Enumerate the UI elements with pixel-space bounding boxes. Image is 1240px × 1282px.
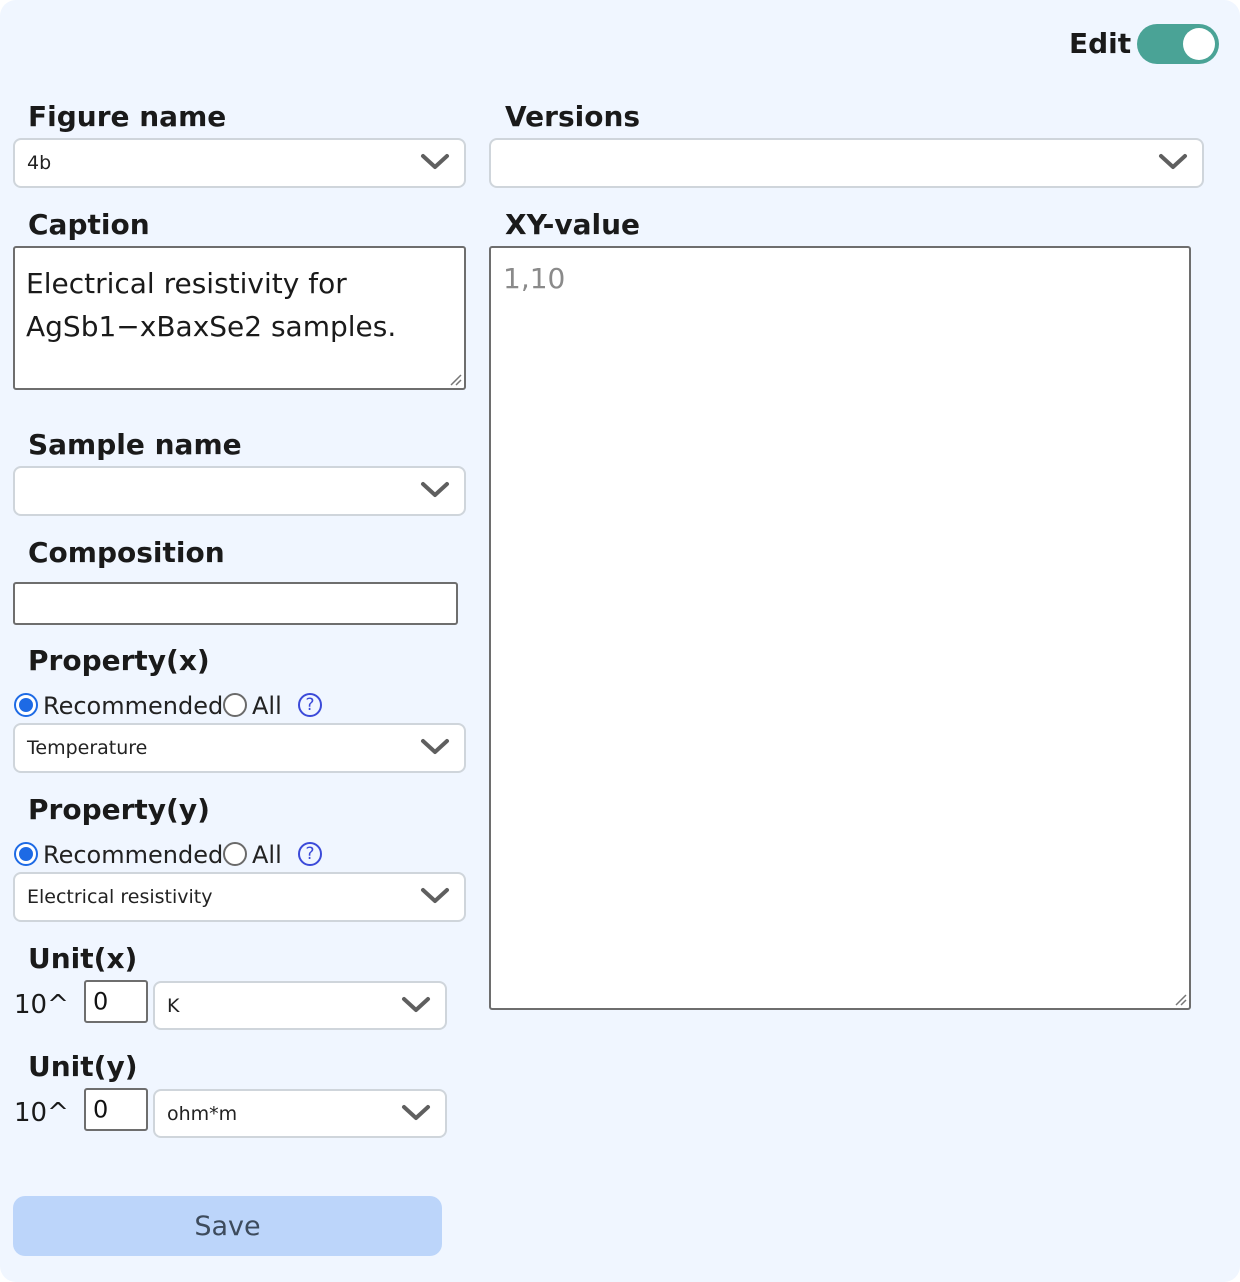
- unit-x-select[interactable]: K: [153, 981, 447, 1030]
- property-y-recommended-radio[interactable]: [14, 842, 38, 866]
- chevron-down-icon: [421, 739, 449, 754]
- edit-toggle[interactable]: [1137, 24, 1219, 64]
- unit-y-label: Unit(y): [28, 1050, 138, 1083]
- figure-form-panel: Edit Figure name 4b Versions Caption Ele…: [0, 0, 1240, 1282]
- property-x-recommended-label[interactable]: Recommended: [43, 694, 223, 718]
- unit-y-exponent-input[interactable]: 0: [84, 1088, 148, 1131]
- property-y-label: Property(y): [28, 793, 210, 826]
- xy-value-text: 1,10: [503, 262, 566, 295]
- figure-name-value: 4b: [27, 152, 52, 174]
- property-x-all-label[interactable]: All: [252, 694, 282, 718]
- property-y-value: Electrical resistivity: [27, 886, 213, 908]
- unit-y-value: ohm*m: [167, 1102, 238, 1125]
- property-x-recommended-radio[interactable]: [14, 693, 38, 717]
- sample-name-label: Sample name: [28, 428, 242, 461]
- property-y-select[interactable]: Electrical resistivity: [13, 872, 466, 922]
- figure-name-label: Figure name: [28, 100, 227, 133]
- chevron-down-icon: [421, 482, 449, 497]
- property-x-all-radio[interactable]: [223, 693, 247, 717]
- xy-value-label: XY-value: [505, 208, 641, 241]
- property-x-label: Property(x): [28, 644, 210, 677]
- property-x-value: Temperature: [27, 737, 148, 759]
- property-y-all-radio[interactable]: [223, 842, 247, 866]
- unit-y-exponent-value: 0: [93, 1094, 109, 1123]
- chevron-down-icon: [1159, 154, 1187, 169]
- property-y-recommended-label[interactable]: Recommended: [43, 843, 223, 867]
- chevron-down-icon: [402, 1104, 430, 1120]
- unit-x-power-prefix: 10^: [14, 990, 69, 1020]
- caption-textarea[interactable]: Electrical resistivity for AgSb1−xBaxSe2…: [13, 246, 466, 390]
- question-circle-icon[interactable]: ?: [298, 842, 322, 866]
- versions-label: Versions: [505, 100, 641, 133]
- resize-grip-icon[interactable]: [1173, 992, 1187, 1006]
- unit-y-select[interactable]: ohm*m: [153, 1089, 447, 1138]
- sample-name-select[interactable]: [13, 466, 466, 516]
- unit-x-exponent-value: 0: [93, 986, 109, 1015]
- property-y-all-label[interactable]: All: [252, 843, 282, 867]
- unit-x-value: K: [167, 994, 180, 1017]
- chevron-down-icon: [421, 154, 449, 169]
- chevron-down-icon: [421, 888, 449, 903]
- toggle-knob: [1183, 28, 1215, 60]
- versions-select[interactable]: [489, 138, 1204, 188]
- composition-label: Composition: [28, 536, 225, 569]
- caption-text: Electrical resistivity for AgSb1−xBaxSe2…: [26, 267, 397, 343]
- edit-label: Edit: [1069, 27, 1132, 60]
- composition-input[interactable]: [13, 582, 458, 625]
- unit-x-exponent-input[interactable]: 0: [84, 980, 148, 1023]
- save-button[interactable]: Save: [13, 1196, 442, 1256]
- unit-y-power-prefix: 10^: [14, 1098, 69, 1128]
- property-x-select[interactable]: Temperature: [13, 723, 466, 773]
- resize-grip-icon[interactable]: [448, 372, 462, 386]
- figure-name-select[interactable]: 4b: [13, 138, 466, 188]
- xy-value-textarea[interactable]: 1,10: [489, 246, 1191, 1010]
- unit-x-label: Unit(x): [28, 942, 138, 975]
- question-circle-icon[interactable]: ?: [298, 693, 322, 717]
- caption-label: Caption: [28, 208, 150, 241]
- chevron-down-icon: [402, 996, 430, 1012]
